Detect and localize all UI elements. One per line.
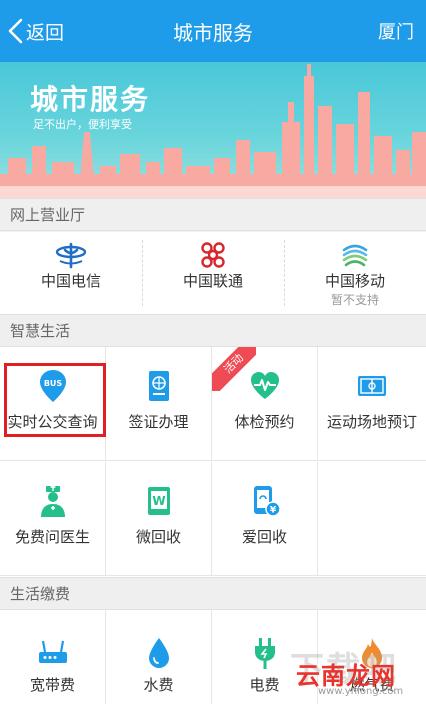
smart-life-grid: BUS 实时公交查询 签证办理 体检预约 运动场地预订 免费问医生 W 微回收 … [0,347,426,577]
svg-text:BUS: BUS [43,379,62,388]
service-label: 运动场地预订 [326,413,417,431]
service-label: 水费 [143,676,174,694]
doctor-icon [40,486,65,517]
service-water-fee[interactable]: 水费 [106,610,212,704]
china-mobile-logo-icon [342,244,368,267]
carrier-note-not-supported: 暂不支持 [330,293,379,307]
service-label: 电费 [249,676,280,694]
section-header-smart-life: 智慧生活 [0,314,426,347]
service-label: 签证办理 [128,413,189,431]
service-wei-recycle[interactable]: W 微回收 [106,462,212,576]
service-label: 体检预约 [234,413,295,431]
page: 返回 城市服务 厦门 城市服务 足不出户，便利享受 网上营业厅 中国电信 中国联… [0,0,426,704]
service-label: 微回收 [135,528,181,546]
utilities-grid: 宽带费 水费 电费 燃气费 [0,610,426,704]
carrier-china-unicom[interactable]: 中国联通 [142,232,284,314]
page-title: 城市服务 [173,21,253,45]
carrier-label: 中国移动 [324,272,385,290]
svg-text:W: W [152,494,165,508]
passport-icon [148,371,169,401]
section-header-online-hall: 网上营业厅 [0,198,426,231]
service-label: 爱回收 [241,528,287,546]
router-icon [38,640,67,663]
heartbeat-icon [250,372,279,399]
banner-subtitle: 足不出户，便利享受 [33,118,132,131]
service-ai-recycle[interactable]: ¥ 爱回收 [212,462,318,576]
service-label: 燃气费 [349,676,395,694]
empty-cell [318,462,426,576]
service-gas-fee[interactable]: 燃气费 [318,610,426,704]
svg-text:¥: ¥ [269,506,276,516]
carrier-row: 中国电信 中国联通 中国移动 暂不支持 [0,232,426,314]
service-broadband-fee[interactable]: 宽带费 [0,610,106,704]
service-health-check[interactable]: 体检预约 [212,347,318,461]
china-unicom-logo-icon [201,242,225,268]
carrier-china-mobile[interactable]: 中国移动 暂不支持 [284,232,426,314]
service-label: 宽带费 [29,676,75,694]
banner-title: 城市服务 [30,83,151,116]
section-header-utilities: 生活缴费 [0,577,426,610]
service-label: 免费问医生 [14,528,90,546]
carrier-label: 中国电信 [40,272,101,290]
plug-icon [254,638,275,669]
court-icon [358,376,386,396]
service-visa[interactable]: 签证办理 [106,347,212,461]
city-selector[interactable]: 厦门 [378,18,414,44]
service-electricity-fee[interactable]: 电费 [212,610,318,704]
flame-icon [362,638,382,668]
service-sports-venue[interactable]: 运动场地预订 [318,347,426,461]
service-free-doctor[interactable]: 免费问医生 [0,462,106,576]
bus-icon: BUS [39,370,66,402]
recycle-icon: W [147,487,170,515]
service-label: 实时公交查询 [7,413,98,431]
city-service-banner: 城市服务 足不出户，便利享受 [0,62,426,198]
phone-recycle-icon: ¥ [253,486,281,517]
top-bar: 返回 城市服务 厦门 [0,0,426,62]
china-telecom-logo-icon [55,242,87,269]
carrier-china-telecom[interactable]: 中国电信 [0,232,142,314]
service-bus-query[interactable]: BUS 实时公交查询 [0,347,106,461]
carrier-label: 中国联通 [182,272,243,290]
water-drop-icon [148,638,169,668]
